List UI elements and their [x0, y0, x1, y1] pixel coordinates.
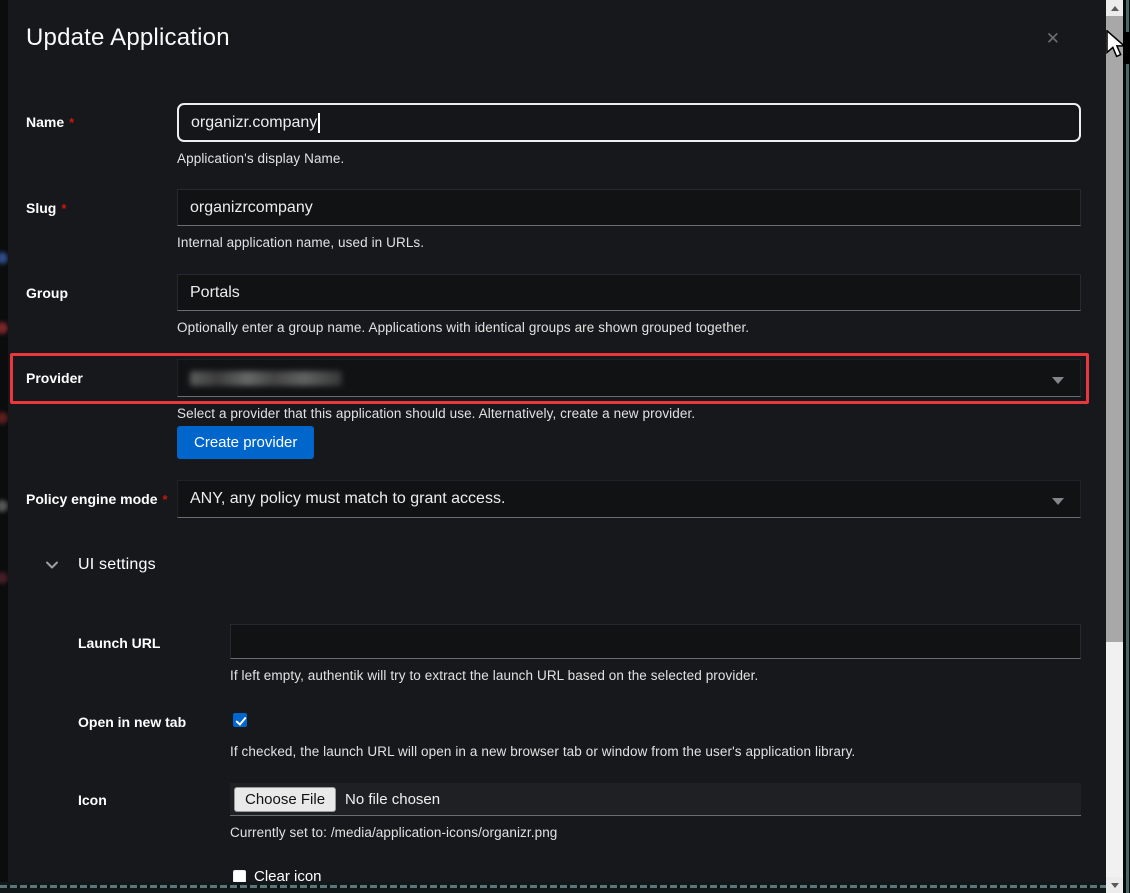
window-edge-notch [1123, 32, 1130, 64]
form-row-policy-engine-mode: Policy engine mode* ANY, any policy must… [26, 480, 1081, 518]
form-row-icon: Icon Choose File No file chosen Currentl… [78, 783, 1081, 840]
background-page-edge [0, 0, 8, 893]
clear-icon-label: Clear icon [254, 868, 322, 882]
group-label: Group [26, 274, 177, 301]
slug-help: Internal application name, used in URLs. [177, 235, 1081, 250]
group-input-value: Portals [190, 284, 240, 302]
background-app-icon [0, 322, 8, 334]
text-cursor [318, 113, 320, 133]
scroll-down-icon [1111, 883, 1119, 888]
scroll-up-button[interactable] [1106, 0, 1123, 16]
form-row-clear-icon: Clear icon [78, 864, 1081, 882]
chevron-down-icon [45, 558, 59, 572]
scroll-down-button[interactable] [1106, 877, 1123, 893]
clear-icon-checkbox[interactable] [233, 870, 246, 882]
required-marker: * [61, 201, 66, 216]
create-provider-button[interactable]: Create provider [177, 426, 314, 459]
launch-url-label: Launch URL [78, 624, 230, 651]
vertical-scrollbar[interactable] [1106, 0, 1123, 893]
open-in-new-tab-checkbox[interactable] [233, 713, 247, 727]
close-icon[interactable]: ✕ [1046, 30, 1060, 47]
group-input[interactable]: Portals [177, 274, 1081, 311]
name-input-value: organizr.company [191, 114, 317, 132]
window-right-edge [1123, 0, 1130, 893]
form-row-provider: Provider Select a provider that this app… [26, 359, 1081, 459]
form-row-launch-url: Launch URL If left empty, authentik will… [78, 624, 1081, 683]
launch-url-help: If left empty, authentik will try to ext… [230, 668, 1081, 683]
icon-label: Icon [78, 783, 230, 808]
ui-settings-label: UI settings [78, 556, 156, 574]
form-row-slug: Slug* organizrcompany Internal applicati… [26, 189, 1081, 250]
provider-help: Select a provider that this application … [177, 406, 1081, 421]
form-row-group: Group Portals Optionally enter a group n… [26, 274, 1081, 335]
form-row-name: Name* organizr.company Application's dis… [26, 103, 1081, 166]
slug-input[interactable]: organizrcompany [177, 189, 1081, 226]
slug-input-value: organizrcompany [190, 199, 313, 217]
open-in-new-tab-help: If checked, the launch URL will open in … [230, 744, 1081, 759]
file-chosen-status: No file chosen [345, 791, 440, 808]
background-app-icon [0, 252, 8, 264]
choose-file-button[interactable]: Choose File [234, 787, 336, 812]
provider-value-redacted [190, 371, 342, 386]
clear-icon-label-spacer [78, 864, 230, 875]
provider-select[interactable] [177, 359, 1081, 397]
name-help: Application's display Name. [177, 151, 1081, 166]
policy-engine-mode-label: Policy engine mode* [26, 480, 177, 508]
scroll-up-icon [1111, 6, 1119, 11]
scrollbar-thumb[interactable] [1106, 16, 1123, 642]
background-app-icon [0, 500, 8, 512]
page-title: Update Application [26, 24, 230, 52]
window-edge-accent [1126, 0, 1129, 893]
icon-file-input[interactable]: Choose File No file chosen [230, 783, 1081, 816]
dropdown-caret-icon [1052, 498, 1064, 505]
required-marker: * [162, 492, 167, 507]
launch-url-input[interactable] [230, 624, 1081, 659]
icon-help: Currently set to: /media/application-ico… [230, 825, 1081, 840]
form-row-open-in-new-tab: Open in new tab If checked, the launch U… [78, 706, 1081, 759]
ui-settings-section-toggle[interactable]: UI settings [45, 556, 156, 574]
dropdown-caret-icon [1052, 377, 1064, 384]
required-marker: * [69, 115, 74, 130]
name-input[interactable]: organizr.company [177, 103, 1081, 142]
provider-label: Provider [26, 359, 177, 386]
open-in-new-tab-label: Open in new tab [78, 706, 230, 730]
policy-engine-mode-value: ANY, any policy must match to grant acce… [190, 490, 505, 508]
update-application-modal: Update Application ✕ Name* organizr.comp… [8, 0, 1106, 882]
group-help: Optionally enter a group name. Applicati… [177, 320, 1081, 335]
slug-label: Slug* [26, 189, 177, 217]
policy-engine-mode-select[interactable]: ANY, any policy must match to grant acce… [177, 480, 1081, 518]
background-page-bottom-edge [0, 882, 1106, 893]
background-app-icon [0, 572, 8, 584]
background-app-icon [0, 412, 8, 424]
dashed-focus-line [0, 885, 1106, 888]
name-label: Name* [26, 103, 177, 131]
